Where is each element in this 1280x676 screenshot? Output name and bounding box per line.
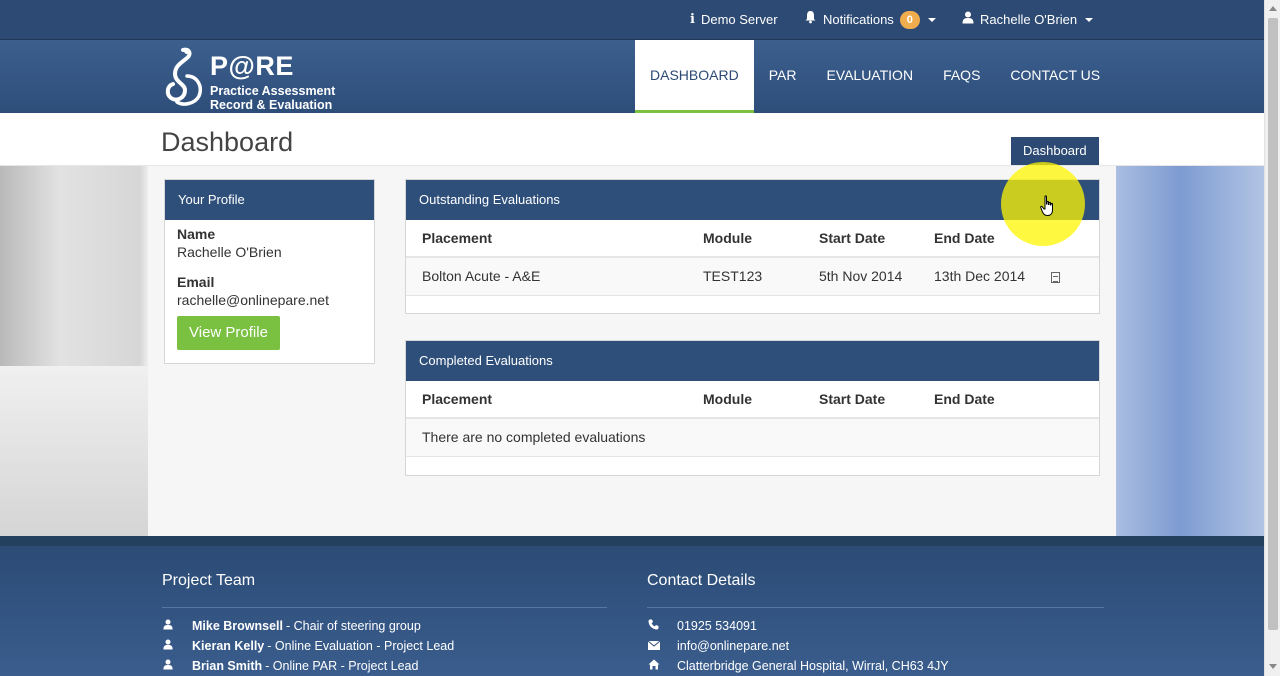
- profile-panel-heading: Your Profile: [165, 180, 374, 220]
- table-row: There are no completed evaluations: [406, 418, 1099, 457]
- user-icon: [162, 656, 192, 676]
- envelope-icon: [647, 636, 677, 656]
- team-member-role: - Chair of steering group: [286, 619, 421, 633]
- page-scrollbar[interactable]: [1264, 0, 1280, 676]
- completed-evaluations-table: Placement Module Start Date End Date The…: [406, 381, 1099, 457]
- scroll-up-arrow-icon[interactable]: [1269, 6, 1277, 11]
- table-row[interactable]: Bolton Acute - A&E TEST123 5th Nov 2014 …: [406, 257, 1099, 296]
- team-member-role: - Online PAR - Project Lead: [265, 659, 419, 673]
- contact-address: Clatterbridge General Hospital, Wirral, …: [677, 659, 949, 673]
- column-header-start-date: Start Date: [803, 381, 918, 419]
- column-header-end-date: End Date: [918, 381, 1099, 419]
- site-footer: Project Team Mike Brownsell - Chair of s…: [0, 536, 1264, 676]
- column-header-start-date: Start Date: [803, 220, 918, 258]
- main-nav: DASHBOARD PAR EVALUATION FAQS CONTACT US: [635, 40, 1115, 113]
- column-header-placement: Placement: [406, 381, 687, 419]
- view-profile-button[interactable]: View Profile: [177, 316, 280, 350]
- user-icon: [962, 0, 974, 40]
- document-icon[interactable]: [1050, 272, 1060, 284]
- scroll-down-arrow-icon[interactable]: [1269, 664, 1277, 669]
- profile-panel: Your Profile Name Rachelle O'Brien Email…: [164, 179, 375, 364]
- logo-tagline-line1: Practice Assessment: [210, 84, 336, 98]
- pare-logo[interactable]: P@RE Practice Assessment Record & Evalua…: [163, 46, 353, 112]
- project-team-section: Project Team Mike Brownsell - Chair of s…: [162, 572, 607, 676]
- background-shadow: [0, 366, 148, 536]
- nav-item-par[interactable]: PAR: [754, 40, 812, 113]
- email-value: rachelle@onlinepare.net: [177, 292, 329, 308]
- page-title-bar: Dashboard Dashboard: [0, 113, 1264, 166]
- name-value: Rachelle O'Brien: [177, 244, 282, 260]
- hand-cursor-icon: [1040, 195, 1056, 221]
- list-item: Clatterbridge General Hospital, Wirral, …: [647, 656, 1104, 676]
- nav-item-dashboard[interactable]: DASHBOARD: [635, 40, 754, 113]
- end-date-value: 13th Dec 2014: [934, 268, 1026, 285]
- list-item: Brian Smith - Online PAR - Project Lead: [162, 656, 607, 676]
- demo-server-link[interactable]: i Demo Server: [690, 0, 778, 40]
- footer-divider: [0, 536, 1264, 546]
- team-member-name: Brian Smith: [192, 659, 263, 673]
- chevron-down-icon: [1085, 18, 1094, 22]
- list-item: info@onlinepare.net: [647, 636, 1104, 656]
- team-member-name: Mike Brownsell: [192, 619, 283, 633]
- user-icon: [162, 636, 192, 656]
- user-menu-dropdown[interactable]: Rachelle O'Brien: [962, 0, 1094, 40]
- breadcrumb[interactable]: Dashboard: [1011, 137, 1099, 165]
- cell-module: TEST123: [687, 257, 803, 296]
- table-header-row: Placement Module Start Date End Date: [406, 381, 1099, 419]
- team-member-role: - Online Evaluation - Project Lead: [267, 639, 455, 653]
- page-title: Dashboard: [161, 127, 294, 157]
- outstanding-evaluations-panel: Outstanding Evaluations Placement Module…: [405, 179, 1100, 314]
- list-item: Mike Brownsell - Chair of steering group: [162, 616, 607, 636]
- table-header-row: Placement Module Start Date End Date: [406, 220, 1099, 258]
- team-member-name: Kieran Kelly: [192, 639, 265, 653]
- project-team-title: Project Team: [162, 572, 607, 608]
- column-header-placement: Placement: [406, 220, 687, 258]
- contact-details-section: Contact Details 01925 534091 info@online…: [647, 572, 1104, 676]
- outstanding-evaluations-heading: Outstanding Evaluations: [406, 180, 1099, 220]
- notifications-dropdown[interactable]: Notifications 0: [804, 0, 936, 40]
- notifications-badge: 0: [899, 11, 920, 29]
- nav-item-evaluation[interactable]: EVALUATION: [811, 40, 928, 113]
- email-label: Email: [177, 274, 215, 290]
- site-header: P@RE Practice Assessment Record & Evalua…: [0, 40, 1264, 113]
- swan-logo-icon: [165, 47, 202, 106]
- top-bar: i Demo Server Notifications 0 Rachelle O…: [0, 0, 1264, 40]
- notifications-label: Notifications: [823, 12, 894, 27]
- nav-item-contact-us[interactable]: CONTACT US: [995, 40, 1115, 113]
- user-name: Rachelle O'Brien: [980, 12, 1078, 27]
- demo-server-label: Demo Server: [700, 12, 778, 27]
- empty-message: There are no completed evaluations: [406, 418, 1099, 457]
- home-icon: [647, 656, 677, 676]
- scrollbar-thumb[interactable]: [1268, 18, 1278, 630]
- name-label: Name: [177, 226, 216, 242]
- cell-end-date: 13th Dec 2014: [918, 257, 1099, 296]
- column-header-module: Module: [687, 220, 803, 258]
- logo-brand: P@RE: [210, 51, 294, 81]
- contact-email[interactable]: info@onlinepare.net: [677, 636, 789, 656]
- column-header-module: Module: [687, 381, 803, 419]
- list-item: 01925 534091: [647, 616, 1104, 636]
- completed-evaluations-heading: Completed Evaluations: [406, 341, 1099, 381]
- nav-item-faqs[interactable]: FAQS: [928, 40, 995, 113]
- user-icon: [162, 616, 192, 636]
- list-item: Kieran Kelly - Online Evaluation - Proje…: [162, 636, 607, 656]
- contact-phone[interactable]: 01925 534091: [677, 616, 757, 636]
- phone-icon: [647, 616, 677, 636]
- cell-start-date: 5th Nov 2014: [803, 257, 918, 296]
- outstanding-evaluations-table: Placement Module Start Date End Date Bol…: [406, 220, 1099, 296]
- completed-evaluations-panel: Completed Evaluations Placement Module S…: [405, 340, 1100, 476]
- info-icon: i: [690, 12, 695, 27]
- contact-details-title: Contact Details: [647, 572, 1104, 608]
- bell-icon: [804, 0, 817, 40]
- chevron-down-icon: [927, 18, 936, 22]
- logo-tagline-line2: Record & Evaluation: [210, 98, 333, 112]
- cell-placement: Bolton Acute - A&E: [406, 257, 687, 296]
